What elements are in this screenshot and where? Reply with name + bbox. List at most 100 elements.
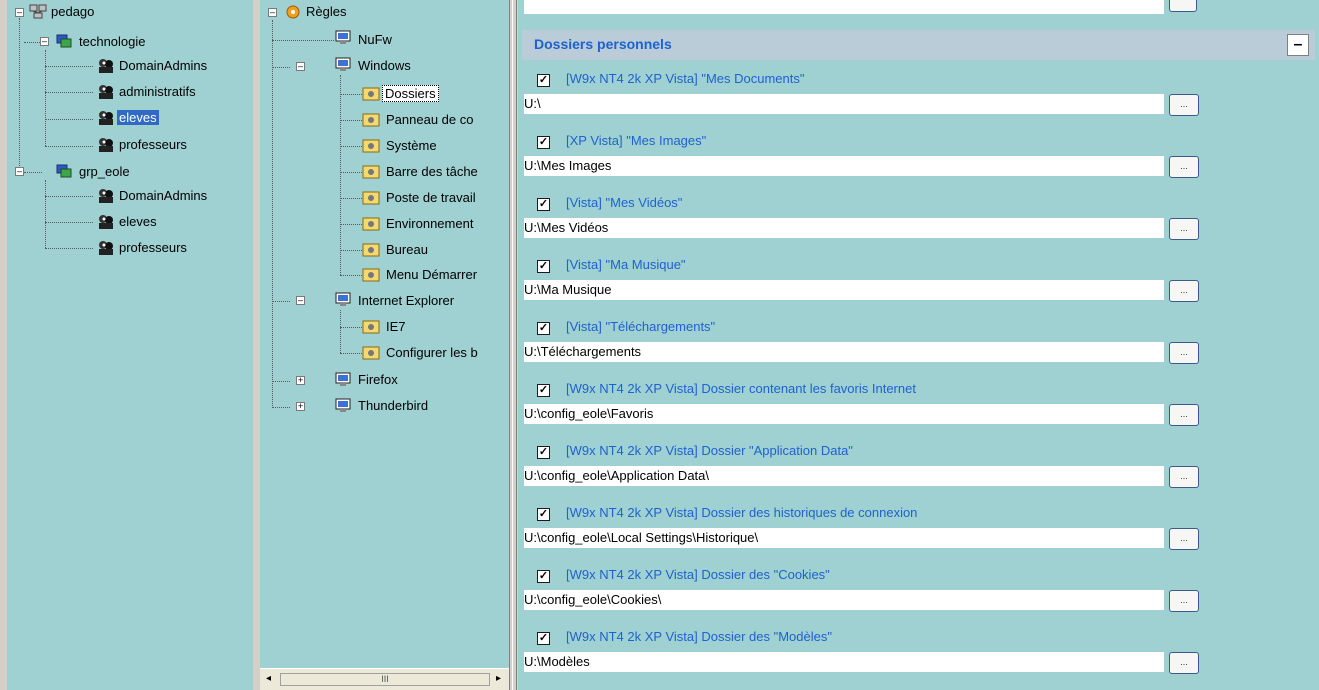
enable-checkbox[interactable]: ✓ — [537, 198, 550, 211]
tree-root-pedago[interactable]: pedago — [49, 2, 96, 22]
tree-item-professeurs[interactable]: professeurs — [117, 238, 189, 258]
settings-folder-icon — [362, 320, 380, 334]
browse-button[interactable]: ... — [1169, 528, 1199, 550]
tree-item-internet-explorer[interactable]: Internet Explorer — [356, 291, 456, 311]
browse-button[interactable]: ... — [1169, 466, 1199, 488]
tree-label: eleves — [117, 110, 159, 125]
enable-checkbox[interactable]: ✓ — [537, 260, 550, 273]
path-input[interactable]: U:\Ma Musique — [524, 280, 1164, 300]
tree-group-grp-eole[interactable]: grp_eole — [77, 162, 132, 182]
tree-root-regles[interactable]: Règles — [304, 2, 348, 22]
tree-item-administratifs[interactable]: administratifs — [117, 82, 198, 102]
ie-expander[interactable]: – — [296, 296, 305, 305]
browse-button[interactable]: ... — [1169, 652, 1199, 674]
splitter[interactable] — [512, 0, 517, 690]
scroll-left-icon[interactable]: ◂ — [266, 674, 276, 684]
thunderbird-expander[interactable]: + — [296, 402, 305, 411]
tree-item-menu-demarrer[interactable]: Menu Démarrer — [384, 265, 479, 285]
settings-folder-icon — [362, 113, 380, 127]
grp-eole-expander[interactable]: – — [15, 167, 24, 176]
tree-label: Dossiers — [382, 85, 439, 102]
tree-item-domainadmins[interactable]: DomainAdmins — [117, 56, 209, 76]
settings-folder-icon — [362, 346, 380, 360]
tree-item-eleves-selected[interactable]: eleves — [117, 108, 159, 128]
previous-entry-field[interactable] — [524, 0, 1164, 14]
tree-item-barre-taches[interactable]: Barre des tâche — [384, 162, 480, 182]
folder-entry: ✓ [W9x NT4 2k XP Vista] Dossier contenan… — [518, 376, 1319, 438]
entry-title: [W9x NT4 2k XP Vista] Dossier des histor… — [566, 505, 918, 520]
tree-item-systeme[interactable]: Système — [384, 136, 439, 156]
tree-item-configurer[interactable]: Configurer les b — [384, 343, 480, 363]
computer-group-icon — [56, 164, 72, 178]
enable-checkbox[interactable]: ✓ — [537, 632, 550, 645]
browse-button[interactable]: ... — [1169, 590, 1199, 612]
path-input[interactable]: U:\config_eole\Application Data\ — [524, 466, 1164, 486]
enable-checkbox[interactable]: ✓ — [537, 446, 550, 459]
tree-label: professeurs — [119, 240, 187, 255]
tree-label: Configurer les b — [386, 345, 478, 360]
browse-button[interactable]: ... — [1169, 404, 1199, 426]
tree-label: DomainAdmins — [119, 188, 208, 203]
regles-expander[interactable]: – — [268, 8, 277, 17]
tree-item-thunderbird[interactable]: Thunderbird — [356, 396, 430, 416]
browse-button[interactable]: ... — [1169, 94, 1199, 116]
folder-entry: ✓ [XP Vista] "Mes Images" U:\Mes Images … — [518, 128, 1319, 190]
enable-checkbox[interactable]: ✓ — [537, 74, 550, 87]
settings-folder-icon — [362, 87, 380, 101]
tree-item-bureau[interactable]: Bureau — [384, 240, 430, 260]
tree-label: technologie — [79, 34, 146, 49]
tree-item-firefox[interactable]: Firefox — [356, 370, 400, 390]
scroll-right-icon[interactable]: ▸ — [496, 674, 506, 684]
tree-label: Windows — [358, 58, 411, 73]
tree-item-domainadmins[interactable]: DomainAdmins — [117, 186, 209, 206]
entry-title: [Vista] "Mes Vidéos" — [566, 195, 683, 210]
path-input[interactable]: U:\config_eole\Favoris — [524, 404, 1164, 424]
browse-button[interactable]: ... — [1169, 156, 1199, 178]
tree-label: grp_eole — [79, 164, 130, 179]
monitor-icon — [335, 398, 351, 412]
horizontal-scrollbar[interactable]: ◂ III ▸ — [260, 668, 509, 690]
enable-checkbox[interactable]: ✓ — [537, 136, 550, 149]
monitor-icon — [335, 57, 351, 71]
path-input[interactable]: U:\config_eole\Local Settings\Historique… — [524, 528, 1164, 548]
path-input[interactable]: U:\ — [524, 94, 1164, 114]
enable-checkbox[interactable]: ✓ — [537, 570, 550, 583]
technologie-expander[interactable]: – — [40, 37, 49, 46]
tree-item-professeurs[interactable]: professeurs — [117, 135, 189, 155]
tree-item-windows[interactable]: Windows — [356, 56, 413, 76]
path-input[interactable]: U:\config_eole\Cookies\ — [524, 590, 1164, 610]
previous-browse-button[interactable] — [1169, 0, 1197, 12]
enable-checkbox[interactable]: ✓ — [537, 508, 550, 521]
enable-checkbox[interactable]: ✓ — [537, 384, 550, 397]
tree-item-dossiers-selected[interactable]: Dossiers — [382, 84, 439, 104]
tree-item-poste-travail[interactable]: Poste de travail — [384, 188, 478, 208]
firefox-expander[interactable]: + — [296, 376, 305, 385]
tree-item-environnement[interactable]: Environnement — [384, 214, 475, 234]
path-input[interactable]: U:\Mes Images — [524, 156, 1164, 176]
entry-title: [W9x NT4 2k XP Vista] Dossier "Applicati… — [566, 443, 853, 458]
browse-button[interactable]: ... — [1169, 218, 1199, 240]
gear-icon — [286, 5, 300, 19]
tree-label: DomainAdmins — [119, 58, 208, 73]
users-icon — [99, 85, 113, 99]
browse-button[interactable]: ... — [1169, 280, 1199, 302]
pedago-expander[interactable]: – — [15, 8, 24, 17]
enable-checkbox[interactable]: ✓ — [537, 322, 550, 335]
tree-item-eleves[interactable]: eleves — [117, 212, 159, 232]
tree-label: Menu Démarrer — [386, 267, 478, 282]
tree-label: pedago — [51, 4, 95, 19]
tree-item-nufw[interactable]: NuFw — [356, 30, 394, 50]
tree-label: Panneau de co — [386, 112, 474, 127]
path-input[interactable]: U:\Mes Vidéos — [524, 218, 1164, 238]
tree-label: Poste de travail — [386, 190, 476, 205]
windows-expander[interactable]: – — [296, 62, 305, 71]
collapse-button[interactable]: – — [1287, 34, 1309, 56]
browse-button[interactable]: ... — [1169, 342, 1199, 364]
tree-item-ie7[interactable]: IE7 — [384, 317, 408, 337]
path-input[interactable]: U:\Téléchargements — [524, 342, 1164, 362]
scroll-thumb[interactable]: III — [280, 673, 490, 686]
tree-item-panneau[interactable]: Panneau de co — [384, 110, 475, 130]
users-icon — [99, 138, 113, 152]
path-input[interactable]: U:\Modèles — [524, 652, 1164, 672]
tree-group-technologie[interactable]: technologie — [77, 32, 148, 52]
